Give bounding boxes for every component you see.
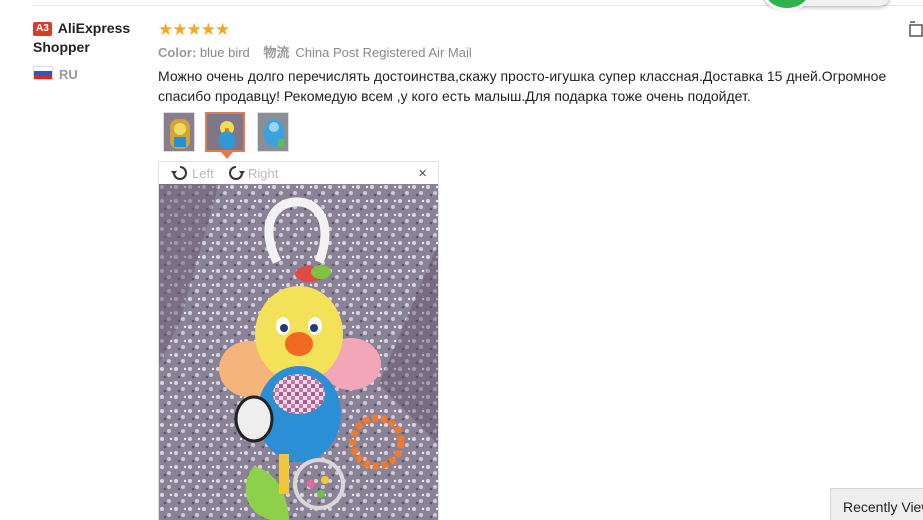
thumbnail-photo[interactable] <box>163 112 195 152</box>
russia-flag-icon <box>33 66 53 80</box>
level-badge: A3 <box>33 22 52 36</box>
shipping-label: 物流 <box>263 45 290 60</box>
shipping-info: 物流 China Post Registered Air Mail <box>263 45 471 60</box>
thumbnail-photo-selected[interactable] <box>205 112 245 152</box>
recently-viewed-button[interactable]: Recently Viewed <box>830 488 923 520</box>
color-label: Color: <box>158 45 197 60</box>
reviewer-country: RU <box>33 66 78 82</box>
order-meta: Color: blue bird 物流 China Post Registered… <box>158 42 472 61</box>
rating-stars: ★★★★★ <box>158 20 230 39</box>
photo-viewer: Left Right × <box>158 161 439 520</box>
reviewer-info: A3 AliExpress Shopper <box>33 19 151 57</box>
shipping-value: China Post Registered Air Mail <box>295 45 472 60</box>
toy-bird-photo <box>159 184 438 520</box>
review-photo <box>159 184 438 520</box>
country-code: RU <box>59 67 78 82</box>
thumbnail-photo[interactable] <box>257 112 289 152</box>
viewer-toolbar: Left Right × <box>159 162 438 184</box>
selected-thumbnail-indicator <box>221 152 233 159</box>
rotate-left-label: Left <box>192 166 214 181</box>
color-value: blue bird <box>199 45 250 60</box>
rotate-right-button[interactable]: Right <box>226 164 278 182</box>
rotate-right-icon <box>229 166 245 180</box>
review-text: Можно очень долго перечислять достоинств… <box>158 68 887 104</box>
rotate-right-label: Right <box>248 166 279 181</box>
rotate-left-icon <box>171 166 187 180</box>
feedback-icon[interactable] <box>909 21 923 37</box>
rotate-left-button[interactable]: Left <box>170 164 214 182</box>
close-viewer-button[interactable]: × <box>418 165 427 182</box>
